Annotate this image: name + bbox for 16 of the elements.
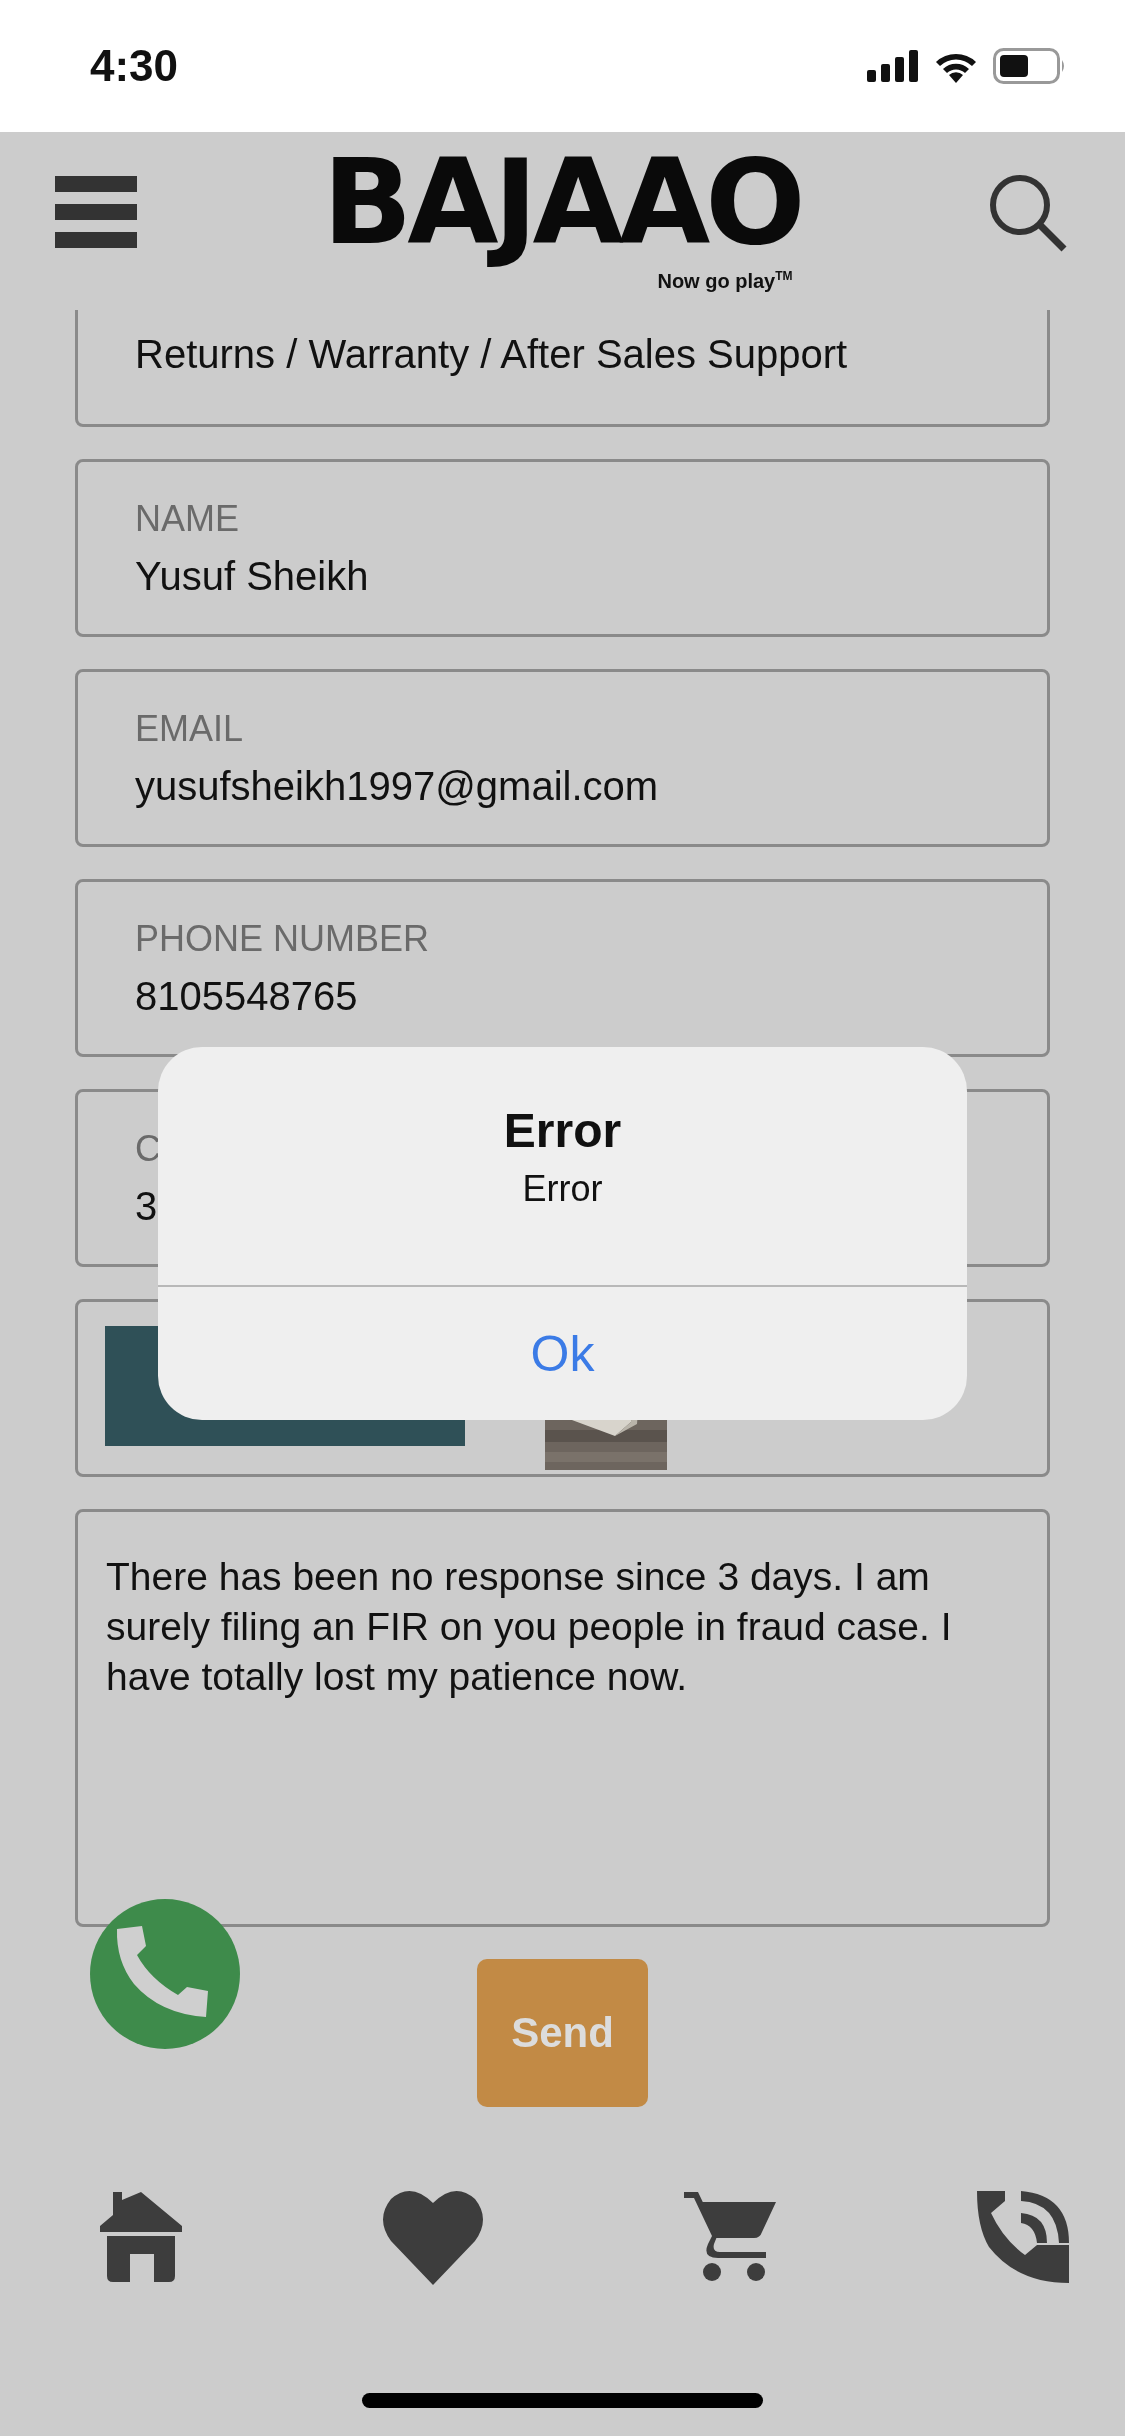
select-field[interactable]: Returns / Warranty / After Sales Support [75,310,1050,427]
input-field[interactable]: NAME Yusuf Sheikh [75,459,1050,637]
signal-icon [867,50,919,82]
home-icon[interactable] [100,2192,182,2282]
alert-message: Error [522,1167,603,1210]
cart-icon[interactable] [684,2192,776,2282]
heart-icon[interactable] [383,2189,483,2285]
ok-button[interactable]: Ok [158,1287,967,1420]
battery-icon [993,48,1067,84]
phone-call-button[interactable] [90,1899,240,2049]
alert-title: Error [503,1102,622,1158]
menu-icon[interactable] [55,176,137,248]
phone-call-icon[interactable] [977,2191,1069,2283]
status-time: 4:30 [90,41,179,91]
input-field[interactable]: EMAIL yusufsheikh1997@gmail.com [75,669,1050,847]
message-field[interactable]: There has been no response since 3 days. I am surely filing an FIR on you people in fraud case. I have totally lost my patience now. [75,1509,1050,1927]
